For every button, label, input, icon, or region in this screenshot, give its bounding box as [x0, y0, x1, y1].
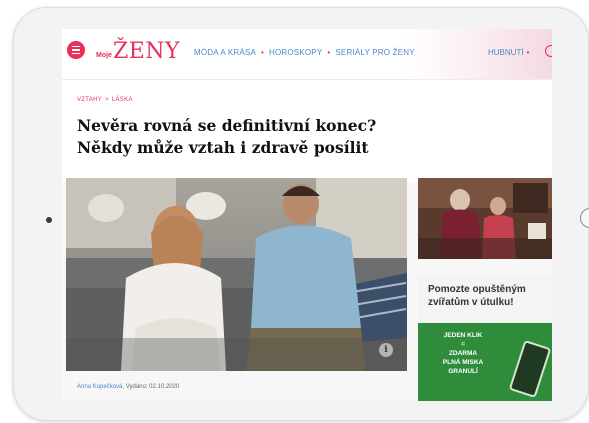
- ad-text: JEDEN KLIK = ZDARMA PLNÁ MISKA GRANULÍ: [428, 331, 498, 376]
- shelter-ad[interactable]: Pomozte opuštěným zvířatům v útulku! JED…: [418, 276, 552, 401]
- related-article-image[interactable]: [418, 178, 552, 259]
- camera-dot: [46, 217, 52, 223]
- main-nav: MÓDA A KRÁSA • HOROSKOPY • SERIÁLY PRO Ž…: [194, 48, 415, 57]
- breadcrumb-item-laska[interactable]: LÁSKA: [112, 97, 133, 103]
- breadcrumb: VZTAHY > LÁSKA: [77, 97, 133, 103]
- nav-right: HUBNUTÍ •: [488, 48, 529, 57]
- breadcrumb-item-vztahy[interactable]: VZTAHY: [77, 97, 102, 103]
- publish-date: , Vydáno: 02.10.2020: [122, 384, 180, 390]
- ad-banner: JEDEN KLIK = ZDARMA PLNÁ MISKA GRANULÍ: [418, 323, 552, 401]
- ad-line: ZDARMA: [448, 350, 478, 357]
- info-icon[interactable]: i: [379, 343, 393, 357]
- logo-small-text: Moje: [96, 52, 112, 59]
- nav-separator: •: [526, 48, 530, 57]
- article-hero-image[interactable]: i: [66, 178, 407, 371]
- logo-main-text: ŽENY: [112, 39, 181, 64]
- breadcrumb-separator: >: [105, 97, 109, 103]
- ad-title: Pomozte opuštěným zvířatům v útulku!: [428, 284, 526, 308]
- ad-line: JEDEN KLIK: [443, 332, 483, 339]
- nav-item-moda[interactable]: MÓDA A KRÁSA: [194, 48, 256, 57]
- article-header: VZTAHY > LÁSKA Nevěra rovná se definitivní…: [62, 80, 552, 182]
- home-button[interactable]: [580, 208, 589, 228]
- hero-photo: [66, 178, 407, 371]
- ad-line: =: [461, 341, 465, 348]
- ad-line: PLNÁ MISKA: [442, 359, 484, 366]
- phone-illustration: [508, 339, 552, 399]
- screen: Moje ŽENY MÓDA A KRÁSA • HOROSKOPY • SER…: [62, 29, 552, 401]
- nav-item-hubnuti[interactable]: HUBNUTÍ: [488, 48, 524, 57]
- menu-icon[interactable]: [67, 41, 85, 59]
- nav-separator: •: [260, 48, 264, 57]
- article-title-line1: Nevěra rovná se definitivní konec?: [77, 116, 377, 135]
- nav-item-horoskopy[interactable]: HOROSKOPY: [269, 48, 322, 57]
- article-byline: Anna Kopečková, Vydáno: 02.10.2020: [77, 384, 179, 390]
- article-title-line2: Někdy může vztah i zdravě posílit: [77, 138, 369, 157]
- site-logo[interactable]: Moje ŽENY: [96, 37, 180, 65]
- nav-separator: •: [327, 48, 331, 57]
- related-photo: [418, 178, 552, 259]
- author-link[interactable]: Anna Kopečková: [77, 384, 122, 390]
- search-icon[interactable]: [545, 45, 552, 57]
- site-header: Moje ŽENY MÓDA A KRÁSA • HOROSKOPY • SER…: [62, 29, 552, 80]
- nav-item-serialy[interactable]: SERIÁLY PRO ŽENY: [335, 48, 414, 57]
- article-title: Nevěra rovná se definitivní konec? Někdy…: [77, 115, 407, 159]
- main-content: VZTAHY > LÁSKA Nevěra rovná se definitivní…: [62, 80, 552, 401]
- ad-line: GRANULÍ: [448, 368, 478, 375]
